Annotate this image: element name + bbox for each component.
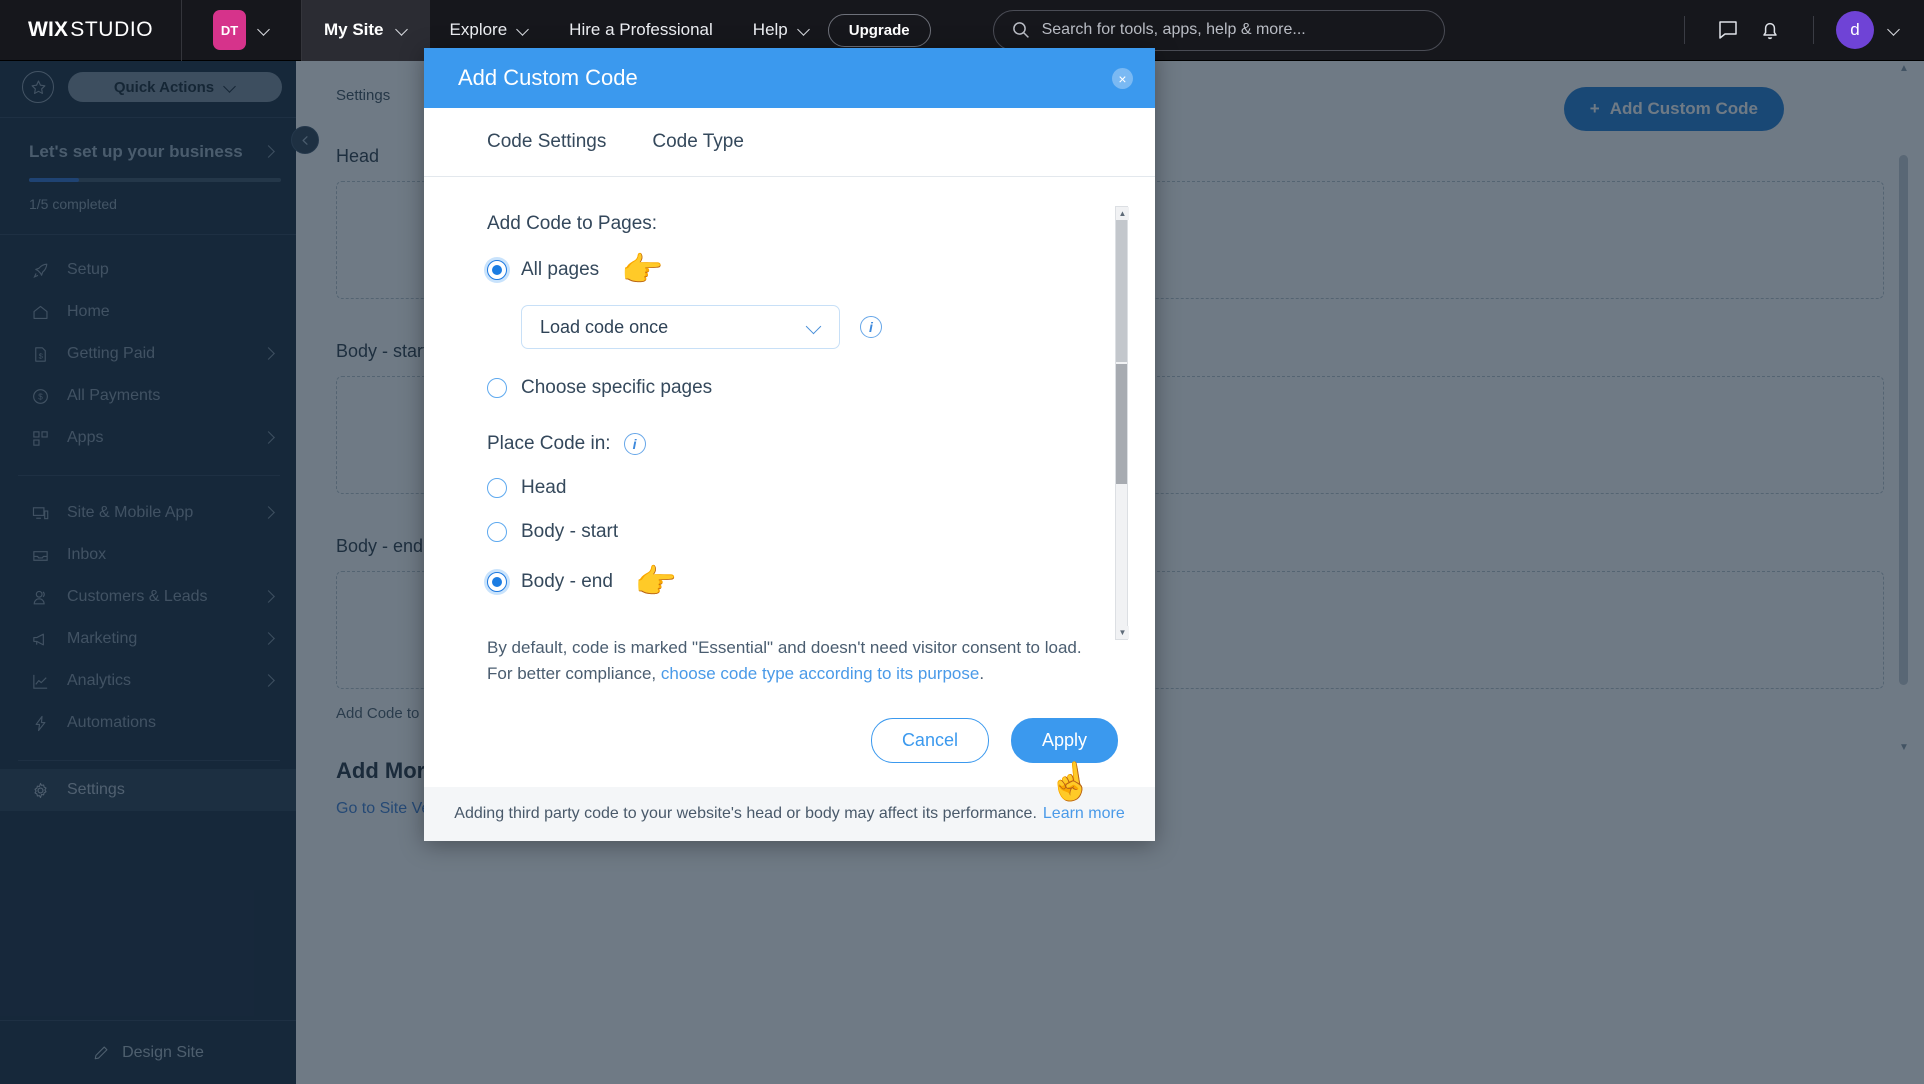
chat-button[interactable] xyxy=(1707,9,1749,51)
radio-row-choose-specific-pages[interactable]: Choose specific pages xyxy=(487,377,1092,399)
scrollbar-track-upper[interactable] xyxy=(1116,220,1127,362)
consent-disclaimer: By default, code is marked "Essential" a… xyxy=(487,635,1127,688)
radio-head[interactable] xyxy=(487,478,507,498)
choose-code-type-link[interactable]: choose code type according to its purpos… xyxy=(661,664,979,683)
pointing-hand-emoji-body-end: 👉 xyxy=(634,563,678,601)
radio-label-choose-specific-pages: Choose specific pages xyxy=(521,377,713,398)
dialog-tabs: Code Settings Code Type xyxy=(424,108,1155,177)
load-code-select[interactable]: Load code once xyxy=(521,305,840,349)
radio-label-body-start: Body - start xyxy=(521,521,619,542)
disclaimer-line-1: By default, code is marked "Essential" a… xyxy=(487,638,1082,657)
radio-body-start[interactable] xyxy=(487,522,507,542)
radio-label-body-end: Body - end xyxy=(521,571,613,592)
info-icon-load-code[interactable]: i xyxy=(860,316,882,338)
scrollbar-thumb[interactable] xyxy=(1116,364,1127,484)
chat-bubble-icon xyxy=(1719,21,1737,39)
cancel-button[interactable]: Cancel xyxy=(870,717,989,763)
site-badge-selector[interactable]: DT xyxy=(182,0,302,61)
explore-label: Explore xyxy=(449,20,508,39)
hire-label: Hire a Professional xyxy=(569,20,713,39)
add-code-to-pages-label: Add Code to Pages: xyxy=(487,213,658,234)
chevron-down-icon xyxy=(807,320,821,334)
disclaimer-line-2-suffix: . xyxy=(979,664,985,684)
my-site-menu[interactable]: My Site xyxy=(302,0,430,61)
place-code-in-label: Place Code in: xyxy=(487,433,611,454)
upgrade-button[interactable]: Upgrade xyxy=(827,13,931,47)
radio-row-head[interactable]: Head xyxy=(487,477,1092,499)
help-label: Help xyxy=(752,20,788,39)
bell-icon xyxy=(1763,22,1777,40)
radio-all-pages[interactable] xyxy=(487,260,507,280)
scroll-down-icon[interactable]: ▼ xyxy=(1116,626,1129,639)
logo-studio-text: STUDIO xyxy=(70,18,154,41)
radio-choose-specific-pages[interactable] xyxy=(487,378,507,398)
learn-more-link[interactable]: Learn more xyxy=(1043,805,1125,823)
dialog-title: Add Custom Code xyxy=(458,65,638,90)
search-placeholder-text: Search for tools, apps, help & more... xyxy=(1041,21,1306,38)
chevron-down-icon xyxy=(798,24,810,36)
logo-wix-text: WIX xyxy=(28,18,69,41)
chevron-down-icon xyxy=(396,24,408,36)
scroll-up-icon[interactable]: ▲ xyxy=(1116,207,1129,220)
dialog-body: ▲ ▼ Add Code to Pages: All pages 👉 Load … xyxy=(424,177,1155,693)
search-icon xyxy=(1012,22,1029,38)
pointing-hand-emoji-all-pages: 👉 xyxy=(621,251,664,289)
place-code-in-group: Place Code in: i xyxy=(487,433,1092,455)
chevron-down-icon[interactable] xyxy=(1888,24,1900,36)
radio-row-all-pages[interactable]: All pages 👉 xyxy=(487,253,1092,287)
load-code-select-row: Load code once i xyxy=(521,305,1092,349)
radio-row-body-start[interactable]: Body - start xyxy=(487,521,1092,543)
topbar-right-cluster: d xyxy=(1662,9,1924,51)
radio-row-body-end[interactable]: Body - end 👉 xyxy=(487,565,1092,599)
dialog-note-bar: Adding third party code to your website'… xyxy=(424,787,1155,841)
dialog-footer: Cancel Apply ☝️ xyxy=(424,693,1155,805)
note-text: Adding third party code to your website'… xyxy=(454,805,1037,822)
info-icon-place-code[interactable]: i xyxy=(623,433,646,455)
divider xyxy=(1684,16,1685,44)
dialog-header: Add Custom Code × xyxy=(424,48,1155,108)
apply-button[interactable]: Apply xyxy=(1010,717,1118,763)
pointing-hand-emoji-apply: ☝️ xyxy=(1045,758,1096,805)
search-input[interactable]: Search for tools, apps, help & more... xyxy=(992,9,1445,51)
chevron-down-icon xyxy=(517,24,529,36)
chevron-down-icon xyxy=(258,24,270,36)
add-custom-code-dialog: Add Custom Code × Code Settings Code Typ… xyxy=(424,48,1155,841)
disclaimer-line-2-prefix: For better compliance, xyxy=(487,664,661,684)
dialog-scrollbar[interactable]: ▲ ▼ xyxy=(1115,206,1129,640)
tab-code-type[interactable]: Code Type xyxy=(652,131,744,153)
radio-label-all-pages: All pages xyxy=(521,259,600,280)
wix-studio-logo[interactable]: WIX STUDIO xyxy=(0,0,182,61)
site-initials-badge: DT xyxy=(213,10,246,50)
radio-body-end[interactable] xyxy=(487,572,507,592)
radio-label-head: Head xyxy=(521,477,567,498)
divider xyxy=(1813,16,1814,44)
avatar[interactable]: d xyxy=(1836,11,1874,49)
close-icon[interactable]: × xyxy=(1112,68,1133,89)
my-site-label: My Site xyxy=(324,20,384,39)
tab-code-settings[interactable]: Code Settings xyxy=(487,131,606,153)
notifications-button[interactable] xyxy=(1749,9,1791,51)
load-code-select-value: Load code once xyxy=(540,316,669,337)
